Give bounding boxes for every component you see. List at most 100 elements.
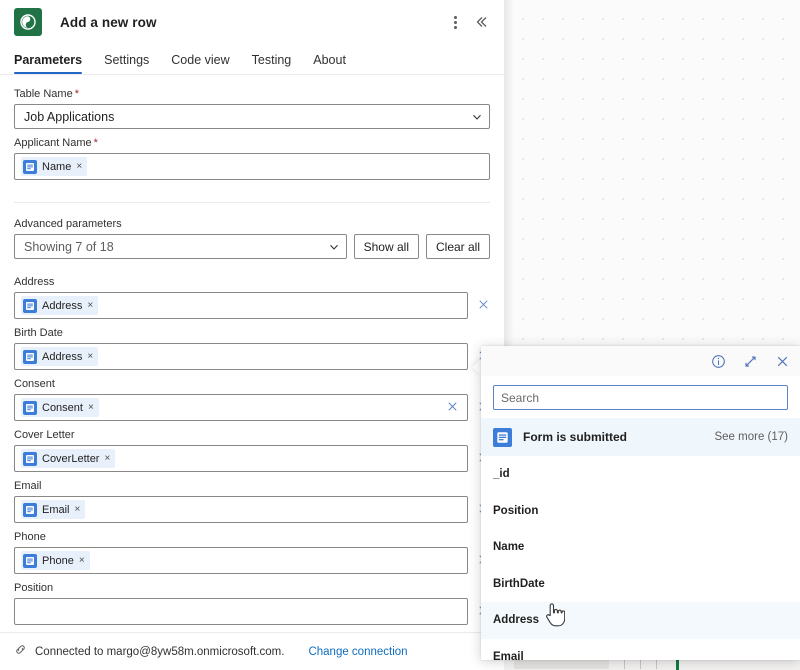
dynamic-content-icon: [23, 502, 37, 517]
input-row: Phone ×: [14, 547, 490, 574]
table-name-dropdown[interactable]: Job Applications: [14, 104, 490, 129]
input-row: Address ×: [14, 343, 490, 370]
input-row: Consent ×: [14, 394, 490, 421]
search-input[interactable]: Search: [493, 385, 788, 410]
token-chip[interactable]: Name ×: [21, 157, 88, 176]
param-input[interactable]: CoverLetter ×: [14, 445, 468, 472]
link-icon: [14, 643, 27, 661]
clear-all-button[interactable]: Clear all: [425, 234, 490, 259]
param-input[interactable]: Email ×: [14, 496, 468, 523]
param-input[interactable]: Address ×: [14, 343, 468, 370]
required-asterisk: *: [74, 88, 79, 100]
token-remove-icon[interactable]: ×: [79, 555, 85, 566]
token-chip[interactable]: Phone ×: [21, 551, 90, 570]
token-remove-icon[interactable]: ×: [87, 351, 93, 362]
dynamic-content-icon: [23, 349, 37, 364]
advanced-parameters-dropdown[interactable]: Showing 7 of 18: [14, 234, 347, 259]
parameters-body: Table Name * Job Applications Applicant N…: [0, 75, 504, 632]
required-asterisk: *: [93, 137, 98, 149]
token-label: Address: [42, 299, 83, 312]
token-label: Phone: [42, 554, 74, 567]
dynamic-content-icon: [23, 298, 37, 313]
token-label: Consent: [42, 401, 83, 414]
token-chip[interactable]: Consent ×: [21, 398, 99, 417]
advanced-parameters-label: Advanced parameters: [14, 218, 122, 230]
dynamic-content-icon: [493, 427, 512, 447]
input-row: Email ×: [14, 496, 490, 523]
advanced-parameters-value: Showing 7 of 18: [24, 239, 114, 254]
excel-green-icon: [14, 8, 42, 36]
double-chevron-left-icon[interactable]: [468, 9, 494, 35]
token-chip[interactable]: Address ×: [21, 347, 99, 366]
chevron-down-icon: [471, 111, 483, 123]
tab-settings[interactable]: Settings: [104, 53, 149, 74]
change-connection-link[interactable]: Change connection: [308, 646, 407, 658]
see-more-link[interactable]: See more (17): [714, 431, 788, 443]
token-remove-icon[interactable]: ×: [88, 402, 94, 413]
kebab-menu-icon[interactable]: [442, 9, 468, 35]
connection-status-bar: Connected to margo@8yw58m.onmicrosoft.co…: [0, 632, 504, 670]
token-label: Email: [42, 503, 70, 516]
token-remove-icon[interactable]: ×: [87, 300, 93, 311]
page-title: Add a new row: [60, 14, 157, 30]
field-label: Cover Letter: [14, 429, 75, 441]
tab-about[interactable]: About: [313, 53, 346, 74]
connection-status-text: Connected to margo@8yw58m.onmicrosoft.co…: [35, 645, 285, 658]
table-name-value: Job Applications: [24, 109, 115, 124]
field-label: Consent: [14, 378, 55, 390]
token-remove-icon[interactable]: ×: [104, 453, 110, 464]
field-position: Position: [14, 581, 490, 625]
field-phone: Phone Phone ×: [14, 530, 490, 574]
dynamic-content-item[interactable]: BirthDate: [481, 566, 800, 603]
field-table-name: Table Name * Job Applications: [14, 87, 490, 129]
token-chip[interactable]: Address ×: [21, 296, 99, 315]
dynamic-content-item[interactable]: Email: [481, 639, 800, 660]
dynamic-group-label: Form is submitted: [523, 430, 628, 444]
applicant-name-input[interactable]: Name ×: [14, 153, 490, 180]
clear-field-icon[interactable]: [446, 400, 461, 416]
input-row: Job Applications: [14, 104, 490, 129]
tab-parameters[interactable]: Parameters: [14, 53, 83, 74]
dynamic-content-item[interactable]: Position: [481, 493, 800, 530]
dynamic-content-icon: [23, 400, 37, 415]
field-advanced-parameters: Advanced parameters Showing 7 of 18 Show…: [14, 217, 490, 259]
app-root: Add a new row Parameters Settings Code v…: [0, 0, 800, 670]
field-cover-letter: Cover Letter CoverLetter ×: [14, 428, 490, 472]
field-label: Address: [14, 276, 55, 288]
dynamic-group-header[interactable]: Form is submitted See more (17): [481, 418, 800, 456]
search-placeholder: Search: [501, 390, 540, 405]
param-input[interactable]: Address ×: [14, 292, 468, 319]
field-applicant-name: Applicant Name * Name ×: [14, 136, 490, 180]
dynamic-content-item[interactable]: _id: [481, 456, 800, 493]
flyout-search-area: Search: [481, 376, 800, 418]
input-row: [14, 598, 490, 625]
flyout-header: [481, 346, 800, 376]
param-input[interactable]: [14, 598, 468, 625]
field-label: Position: [14, 582, 54, 594]
tab-testing[interactable]: Testing: [252, 53, 292, 74]
info-circle-icon[interactable]: [708, 351, 728, 371]
dynamic-content-item[interactable]: Address: [481, 602, 800, 639]
card-header: Add a new row: [0, 0, 504, 44]
advanced-parameters-row: Showing 7 of 18 Show all Clear all: [14, 234, 490, 259]
field-email: Email Email ×: [14, 479, 490, 523]
dynamic-content-item[interactable]: Name: [481, 529, 800, 566]
expand-diagonal-icon[interactable]: [740, 351, 760, 371]
token-label: Address: [42, 350, 83, 363]
token-remove-icon[interactable]: ×: [75, 504, 81, 515]
tab-code-view[interactable]: Code view: [171, 53, 229, 74]
token-remove-icon[interactable]: ×: [76, 161, 82, 172]
dynamic-content-icon: [23, 553, 37, 568]
close-x-icon[interactable]: [772, 351, 792, 371]
param-input[interactable]: Consent ×: [14, 394, 468, 421]
show-all-button[interactable]: Show all: [353, 234, 419, 259]
param-input[interactable]: Phone ×: [14, 547, 468, 574]
token-chip[interactable]: Email ×: [21, 500, 86, 519]
action-card: Add a new row Parameters Settings Code v…: [0, 0, 504, 670]
field-label: Phone: [14, 531, 46, 543]
token-chip[interactable]: CoverLetter ×: [21, 449, 116, 468]
field-label: Table Name *: [14, 87, 490, 101]
remove-parameter-button[interactable]: [476, 298, 490, 314]
token-label: Name: [42, 160, 72, 173]
